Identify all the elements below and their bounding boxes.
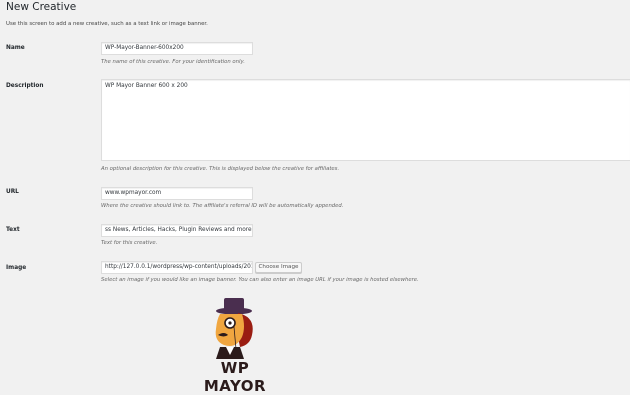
creative-image-preview: WP MAYOR (190, 297, 280, 395)
url-label: URL (6, 189, 19, 195)
name-hint: The name of this creative. For your iden… (101, 59, 245, 65)
description-label: Description (6, 83, 44, 89)
choose-image-button[interactable]: Choose Image (255, 262, 302, 273)
name-label: Name (6, 45, 25, 51)
text-label: Text (6, 227, 20, 233)
image-hint: Select an image if you would like an ima… (101, 277, 419, 283)
url-hint: Where the creative should link to. The a… (101, 203, 344, 209)
text-hint: Text for this creative. (101, 240, 158, 246)
wp-mayor-logo-text: WP MAYOR (203, 359, 267, 395)
text-input[interactable]: ss News, Articles, Hacks, Plugin Reviews… (101, 224, 253, 237)
page-intro: Use this screen to add a new creative, s… (6, 21, 208, 27)
description-hint: An optional description for this creativ… (101, 166, 340, 172)
page-title: New Creative (6, 1, 77, 13)
image-url-input[interactable]: http://127.0.0.1/wordpress/wp-content/up… (101, 261, 253, 274)
name-input[interactable]: WP-Mayor-Banner-600x200 (101, 42, 253, 55)
description-textarea[interactable]: WP Mayor Banner 600 x 200 (101, 79, 630, 161)
image-label: Image (6, 265, 27, 271)
wp-mayor-mascot-icon (215, 298, 253, 359)
url-input[interactable]: www.wpmayor.com (101, 187, 253, 200)
